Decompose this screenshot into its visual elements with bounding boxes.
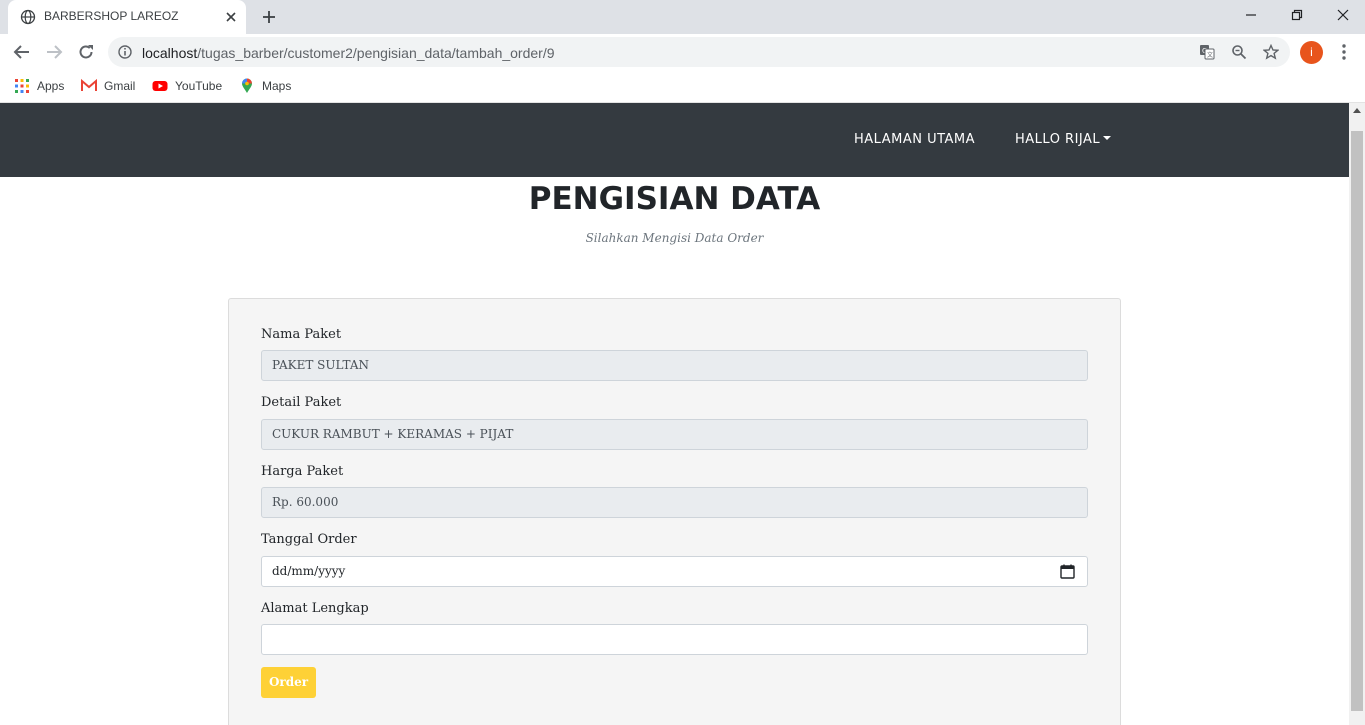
tab-title: BARBERSHOP LAREOZ <box>44 9 179 23</box>
bookmark-youtube[interactable]: YouTube <box>152 76 222 96</box>
close-tab-icon[interactable] <box>224 10 238 24</box>
calendar-icon[interactable] <box>1060 564 1075 579</box>
page-viewport: HALAMAN UTAMA HALLO RIJAL PENGISIAN DATA… <box>0 103 1349 725</box>
zoom-icon[interactable] <box>1231 44 1247 60</box>
url-host: localhost <box>142 45 198 61</box>
restore-button[interactable] <box>1274 0 1320 30</box>
info-icon[interactable] <box>118 45 132 59</box>
gmail-icon <box>81 78 97 91</box>
url-text: localhost/tugas_barber/customer2/pengisi… <box>142 45 555 61</box>
back-icon[interactable] <box>12 42 32 62</box>
minimize-button[interactable] <box>1228 0 1274 30</box>
forward-icon[interactable] <box>44 42 64 62</box>
bookmark-label: Maps <box>262 79 292 93</box>
nama-paket-label: Nama Paket <box>261 327 342 342</box>
bookmark-maps[interactable]: Maps <box>239 76 291 96</box>
detail-paket-label: Detail Paket <box>261 395 342 410</box>
page-title: PENGISIAN DATA <box>528 181 821 217</box>
close-window-button[interactable] <box>1320 0 1365 30</box>
bookmarks-bar: Apps Gmail YouTube Maps <box>0 70 1365 103</box>
scroll-up-arrow-icon[interactable] <box>1353 108 1361 113</box>
profile-avatar[interactable]: i <box>1300 41 1323 64</box>
order-form-card: Nama Paket PAKET SULTAN Detail Paket CUK… <box>228 298 1121 725</box>
more-menu-icon[interactable] <box>1336 43 1352 61</box>
bookmark-gmail[interactable]: Gmail <box>81 76 135 96</box>
detail-paket-field: CUKUR RAMBUT + KERAMAS + PIJAT <box>261 419 1088 450</box>
bookmark-label: Apps <box>37 79 65 93</box>
svg-text:文: 文 <box>1207 51 1213 59</box>
minimize-icon <box>1246 14 1256 16</box>
reload-icon[interactable] <box>76 42 96 62</box>
nav-home-link[interactable]: HALAMAN UTAMA <box>854 132 975 147</box>
alamat-label: Alamat Lengkap <box>261 601 369 616</box>
alamat-input[interactable] <box>261 624 1088 655</box>
close-window-icon <box>1337 9 1349 21</box>
page-subtitle: Silahkan Mengisi Data Order <box>585 231 764 245</box>
maps-pin-icon <box>242 78 252 93</box>
new-tab-icon[interactable] <box>261 9 277 25</box>
apps-grid-icon <box>15 79 29 93</box>
scrollbar-thumb[interactable] <box>1351 131 1363 711</box>
caret-down-icon <box>1103 136 1112 140</box>
tanggal-order-input[interactable]: dd/mm/yyyy <box>261 556 1088 587</box>
tanggal-order-label: Tanggal Order <box>261 532 357 547</box>
bookmark-label: YouTube <box>175 79 223 93</box>
bookmark-star-icon[interactable] <box>1263 44 1279 60</box>
nav-user-label: HALLO RIJAL <box>1015 132 1101 147</box>
nama-paket-field: PAKET SULTAN <box>261 350 1088 381</box>
tanggal-order-placeholder: dd/mm/yyyy <box>272 564 346 578</box>
site-navbar: HALAMAN UTAMA HALLO RIJAL <box>0 103 1349 177</box>
harga-paket-value: Rp. 60.000 <box>272 495 339 509</box>
harga-paket-field: Rp. 60.000 <box>261 487 1088 518</box>
nav-user-dropdown[interactable]: HALLO RIJAL <box>1015 132 1112 147</box>
globe-icon <box>20 9 36 25</box>
harga-paket-label: Harga Paket <box>261 464 344 479</box>
bookmark-label: Gmail <box>104 79 136 93</box>
url-path: /tugas_barber/customer2/pengisian_data/t… <box>197 45 555 61</box>
address-bar[interactable]: localhost/tugas_barber/customer2/pengisi… <box>108 37 1290 67</box>
translate-icon[interactable]: G 文 <box>1199 44 1215 60</box>
detail-paket-value: CUKUR RAMBUT + KERAMAS + PIJAT <box>272 427 514 441</box>
bookmark-apps[interactable]: Apps <box>14 76 64 96</box>
order-submit-button[interactable]: Order <box>261 667 316 698</box>
browser-toolbar: localhost/tugas_barber/customer2/pengisi… <box>0 34 1365 70</box>
browser-tabstrip: BARBERSHOP LAREOZ <box>0 0 1365 34</box>
youtube-icon <box>152 81 168 91</box>
page-scrollbar[interactable] <box>1349 103 1365 725</box>
restore-icon <box>1291 9 1303 21</box>
nama-paket-value: PAKET SULTAN <box>272 358 370 372</box>
browser-tab[interactable]: BARBERSHOP LAREOZ <box>8 0 246 34</box>
